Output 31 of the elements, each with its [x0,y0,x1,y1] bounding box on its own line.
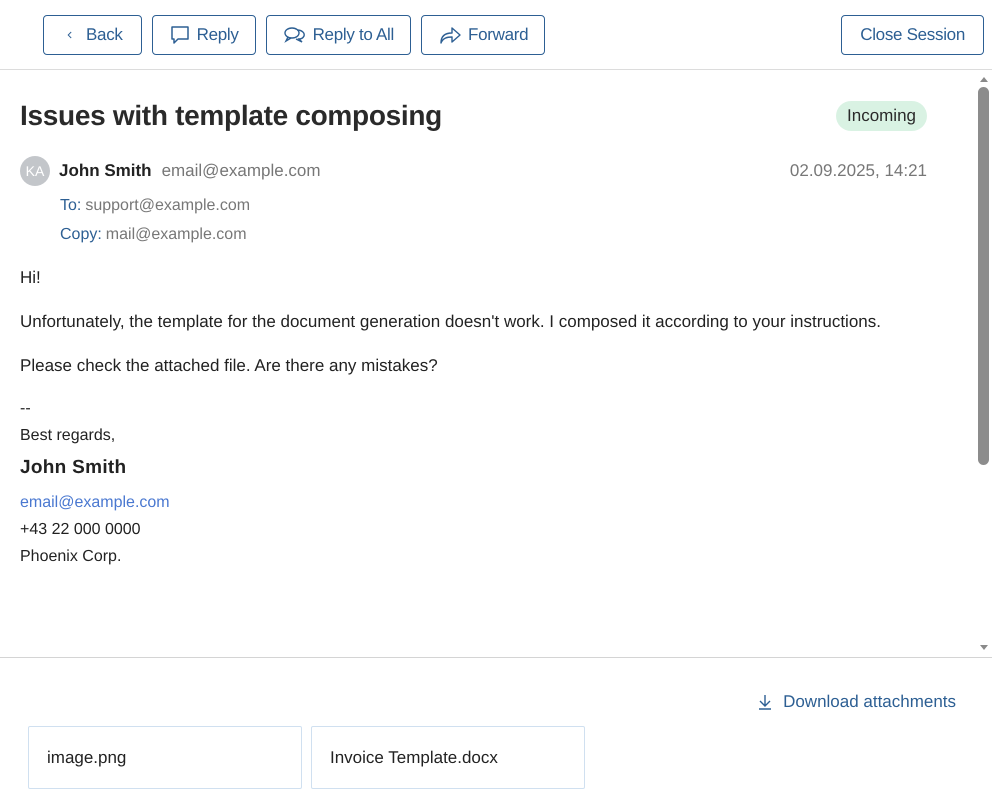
signature-phone: +43 22 000 0000 [20,520,142,540]
signature-name: John Smith [20,457,128,479]
avatar: KA [20,156,50,186]
signature-separator: -- [20,399,32,419]
attachment-card[interactable]: image.png [28,726,302,789]
download-icon [757,694,774,710]
attachment-card[interactable]: Invoice Template.docx [311,726,585,789]
recipient-label: To: [60,197,82,215]
sender-email: email@example.com [162,161,321,181]
signature-company: Phoenix Corp. [20,547,122,567]
email-date: 02.09.2025, 14:21 [790,161,927,181]
download-attachments-link[interactable]: Download attachments [757,692,956,712]
recipient-label: Copy: [60,226,102,244]
signature-closing: Best regards, [20,426,116,446]
scroll-down-icon[interactable] [978,644,988,652]
scroll-up-icon[interactable] [978,75,988,83]
toolbar-button[interactable]: Reply to All [266,14,412,54]
toolbar-button[interactable]: Reply [152,14,256,54]
body-paragraph: Hi! [20,267,42,289]
signature-email-link[interactable]: email@example.com [20,494,170,511]
body-paragraph: Please check the attached file. Are there any mistakes? [20,355,439,377]
body-paragraph: Unfortunately, the template for the document generation doesn't work. I composed it according to your instructions. [20,311,882,333]
recipient-address: mail@example.com [106,226,247,244]
sender-name: John Smith [59,161,152,181]
speech-bubble-icon [168,24,191,46]
status-badge: Incoming [836,101,927,131]
toolbar-button[interactable]: Back [43,14,142,54]
toolbar-button[interactable]: Forward [421,14,546,54]
email-subject: Issues with template composing [20,100,442,132]
recipient-address: support@example.com [85,197,250,215]
close-session-button[interactable]: Close Session [841,14,984,54]
